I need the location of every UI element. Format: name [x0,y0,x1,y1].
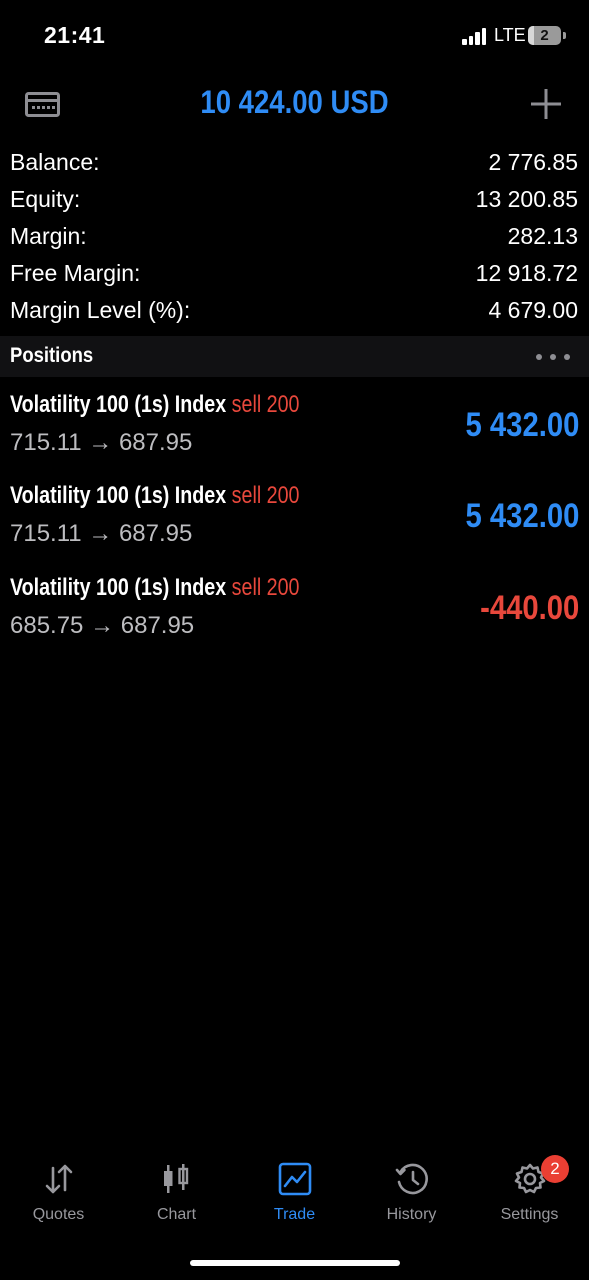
position-profit: 5 432.00 [465,406,579,444]
position-side: sell 200 [231,482,300,509]
balance-label: Balance: [10,149,100,175]
tab-trade-label: Trade [273,1206,316,1223]
free-margin-label: Free Margin: [10,260,141,286]
position-symbol-line: Volatility 100 (1s) Index sell 200 [10,574,300,602]
summary-row-margin: Margin: 282.13 [0,219,589,256]
account-summary: Balance: 2 776.85 Equity: 13 200.85 Marg… [0,145,589,330]
positions-section-header: Positions [0,336,589,377]
position-prices: 715.11 → 687.95 [10,429,193,456]
position-symbol: Volatility 100 (1s) Index [10,482,227,509]
summary-row-balance: Balance: 2 776.85 [0,145,589,182]
battery-level: 2 [540,27,549,44]
tab-trade[interactable]: Trade [236,1150,353,1230]
status-bar: 21:41 LTE 2 [0,0,589,72]
signal-icon [462,28,488,45]
equity-label: Equity: [10,186,81,212]
margin-value: 282.13 [507,223,578,249]
position-symbol-line: Volatility 100 (1s) Index sell 200 [10,482,300,510]
positions-title: Positions [10,344,94,367]
battery-icon: 2 [528,26,561,45]
free-margin-value: 12 918.72 [475,260,578,286]
trade-header: 10 424.00 USD [0,72,589,136]
more-icon[interactable] [536,354,570,360]
tab-quotes-label: Quotes [32,1206,85,1223]
position-prices: 715.11 → 687.95 [10,520,193,547]
position-row[interactable]: Volatility 100 (1s) Index sell 200 715.1… [0,377,589,468]
settings-badge: 2 [541,1155,569,1183]
position-symbol: Volatility 100 (1s) Index [10,391,227,418]
history-icon [395,1163,428,1195]
position-profit: 5 432.00 [465,497,579,535]
equity-value: 13 200.85 [475,186,578,212]
margin-label: Margin: [10,223,87,249]
position-symbol-line: Volatility 100 (1s) Index sell 200 [10,391,300,419]
summary-row-free-margin: Free Margin: 12 918.72 [0,256,589,293]
tab-bar: Quotes Chart Trade History Settings [0,1150,589,1240]
margin-level-value: 4 679.00 [488,297,578,323]
tab-history-label: History [386,1206,437,1223]
position-prices: 685.75 → 687.95 [10,612,195,639]
tab-quotes[interactable]: Quotes [0,1150,117,1230]
summary-row-equity: Equity: 13 200.85 [0,182,589,219]
plus-icon[interactable] [531,89,561,119]
battery-nub [563,32,566,39]
tab-history[interactable]: History [353,1150,470,1230]
balance-value: 2 776.85 [488,149,578,175]
status-time: 21:41 [44,22,106,48]
home-indicator[interactable] [190,1260,400,1266]
trade-icon [278,1162,312,1196]
position-row[interactable]: Volatility 100 (1s) Index sell 200 685.7… [0,560,589,651]
summary-row-margin-level: Margin Level (%): 4 679.00 [0,293,589,330]
quotes-icon [45,1164,73,1194]
chart-icon [164,1164,189,1193]
position-side: sell 200 [231,391,300,418]
tab-chart-label: Chart [156,1206,197,1223]
position-symbol: Volatility 100 (1s) Index [10,574,227,601]
network-label: LTE [494,25,526,45]
position-side: sell 200 [231,574,300,601]
tab-settings-label: Settings [500,1206,559,1223]
account-equity-title: 10 424.00 USD [200,84,389,120]
tab-settings[interactable]: Settings [471,1150,588,1230]
tab-chart[interactable]: Chart [118,1150,235,1230]
position-profit: -440.00 [479,589,579,627]
position-row[interactable]: Volatility 100 (1s) Index sell 200 715.1… [0,468,589,559]
margin-level-label: Margin Level (%): [10,297,191,323]
